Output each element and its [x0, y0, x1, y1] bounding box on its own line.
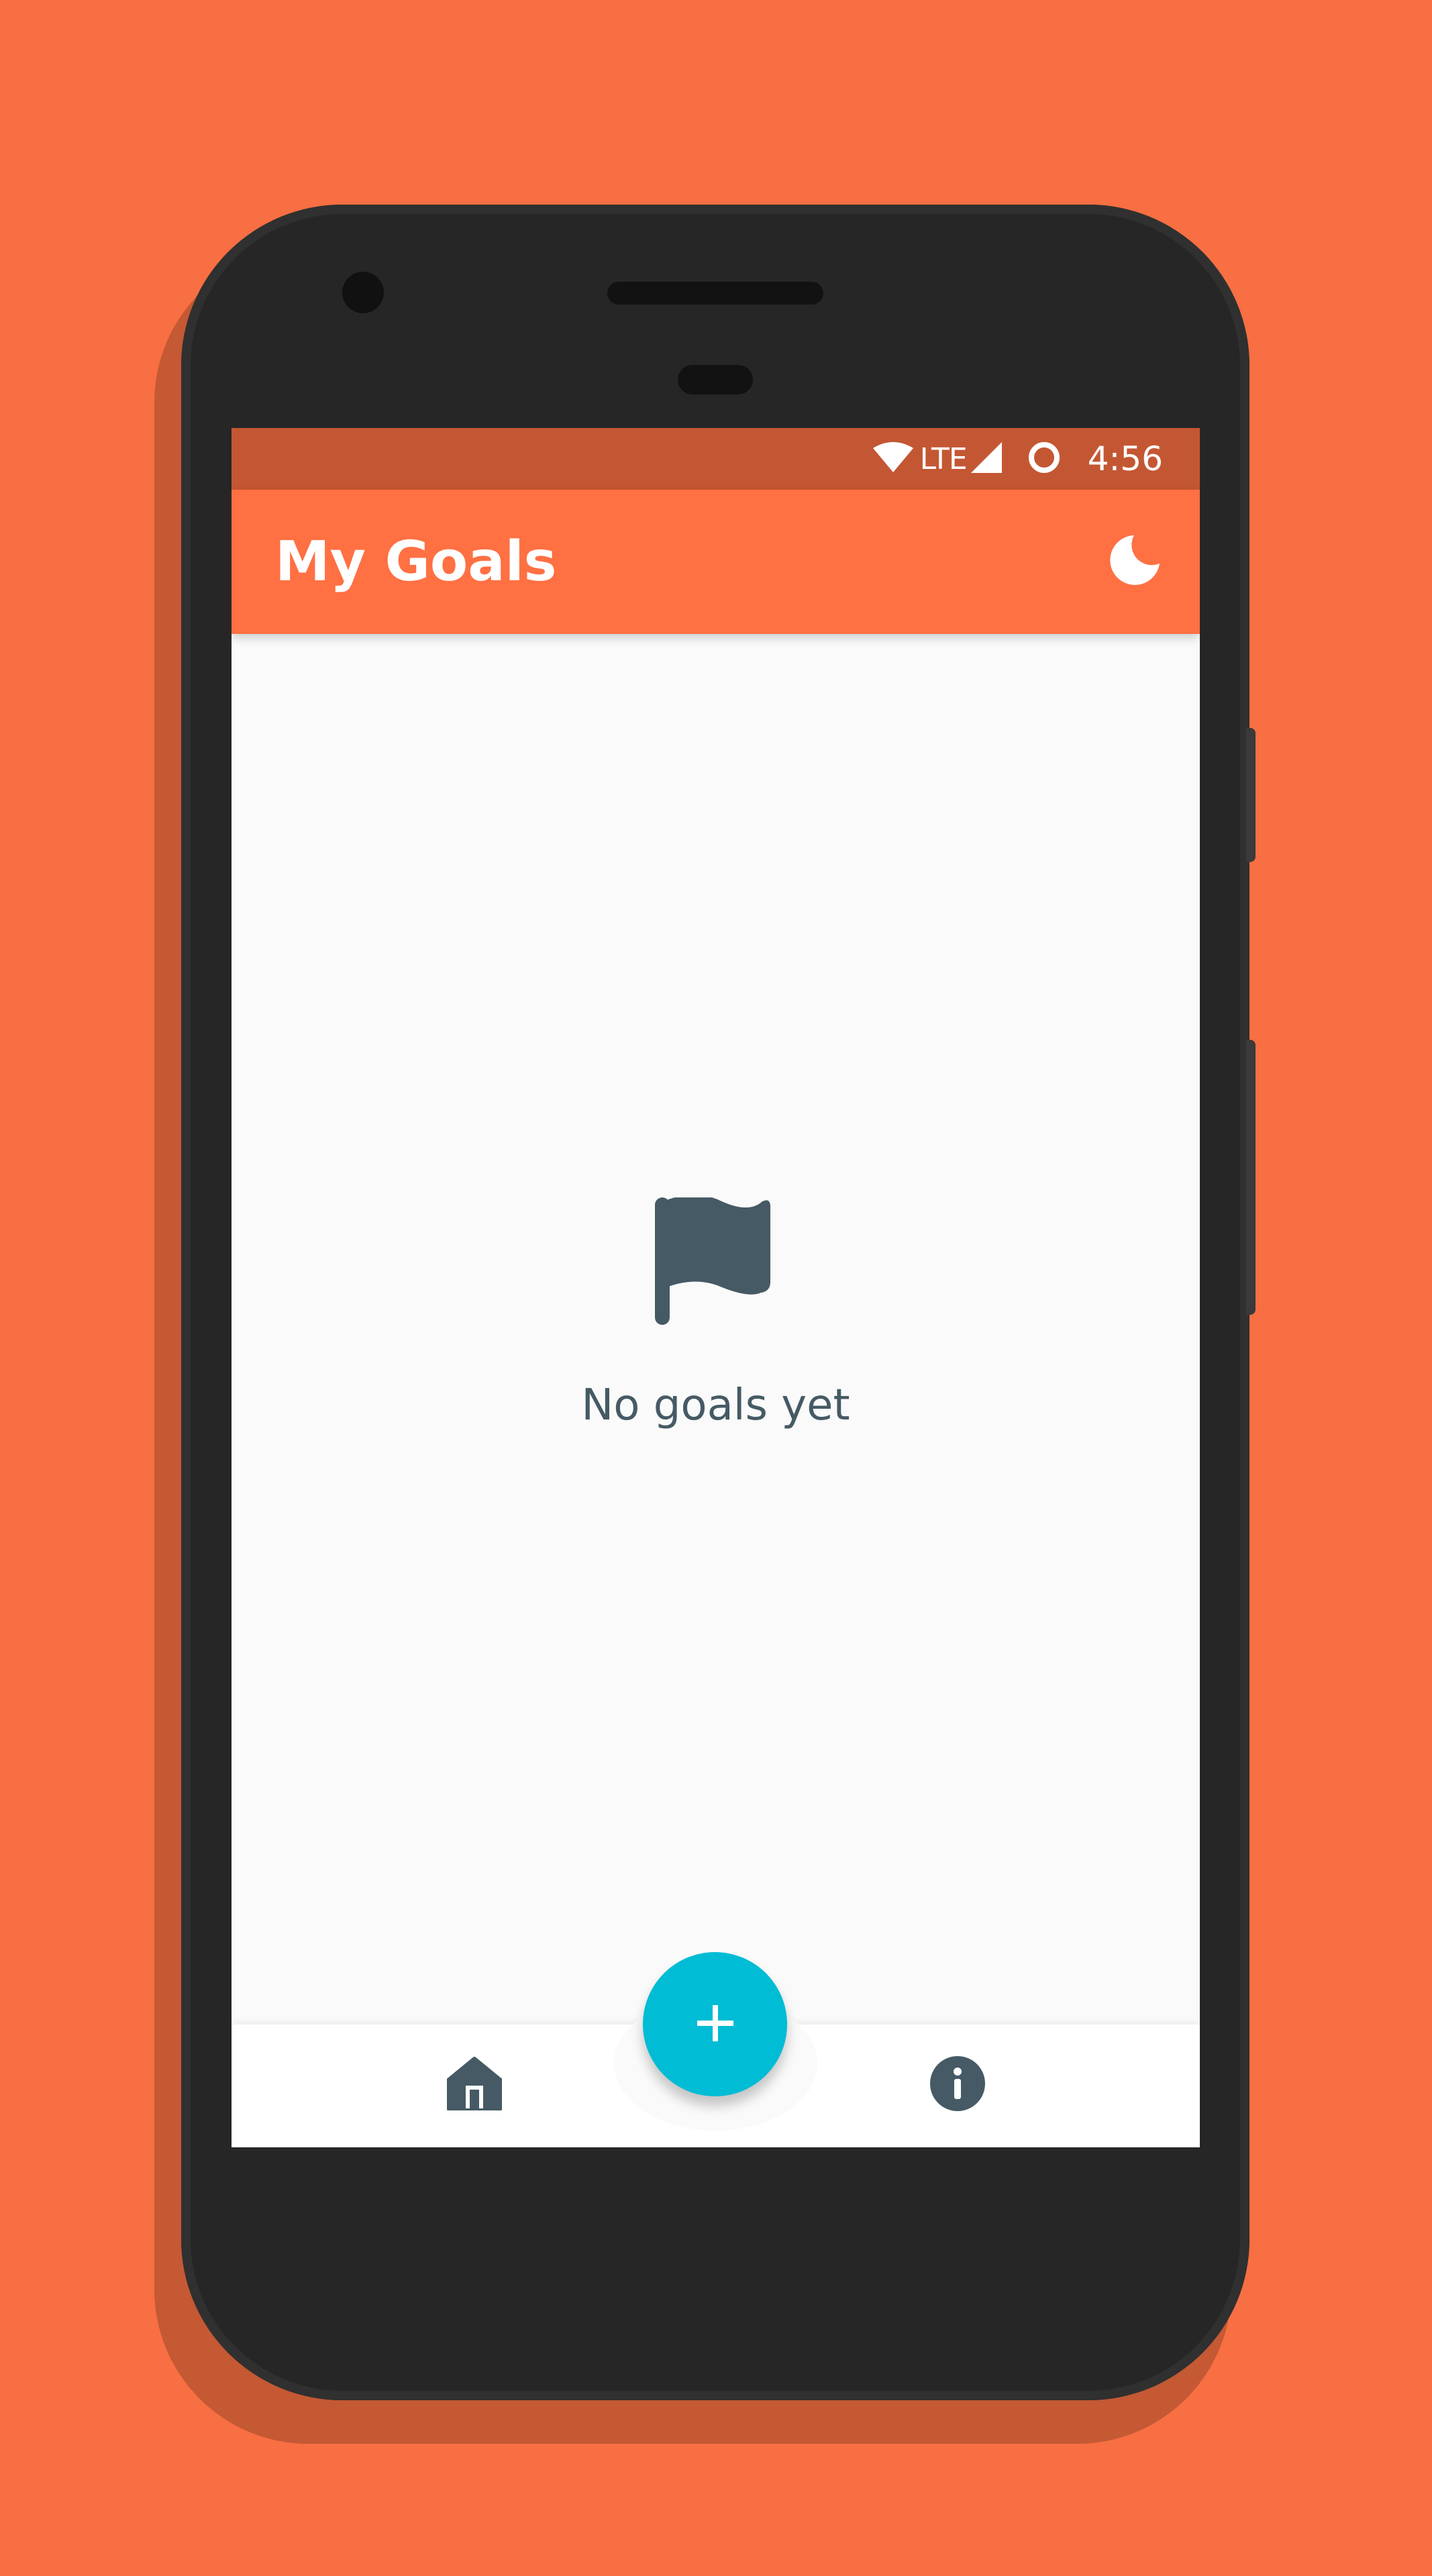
plus-icon [692, 2000, 739, 2049]
app-bar: My Goals [232, 490, 1200, 634]
home-icon [446, 2056, 503, 2114]
earpiece-speaker [607, 282, 823, 305]
page-title: My Goals [275, 530, 557, 594]
signal-icon [970, 442, 1002, 476]
app-screen: LTE 4:56 My Goals No goals yet [232, 428, 1200, 2147]
phone-side-button-bottom [1246, 1040, 1256, 1315]
add-goal-button[interactable] [643, 1952, 787, 2096]
moon-icon [1107, 533, 1162, 590]
proximity-sensor [678, 365, 753, 394]
flag-icon [655, 1195, 776, 1325]
front-camera [342, 272, 384, 313]
nav-home-button[interactable] [441, 2051, 508, 2118]
wifi-icon [872, 441, 913, 476]
sync-circle-icon [1027, 441, 1061, 477]
status-bar: LTE 4:56 [232, 428, 1200, 490]
status-time: 4:56 [1087, 439, 1163, 478]
network-type: LTE [919, 441, 968, 476]
empty-state-message: No goals yet [581, 1381, 850, 1430]
theme-toggle-button[interactable] [1105, 531, 1165, 592]
info-icon [929, 2055, 986, 2115]
status-icons: LTE 4:56 [872, 428, 1163, 490]
nav-info-button[interactable] [924, 2051, 991, 2118]
phone-side-button-top [1246, 728, 1256, 862]
